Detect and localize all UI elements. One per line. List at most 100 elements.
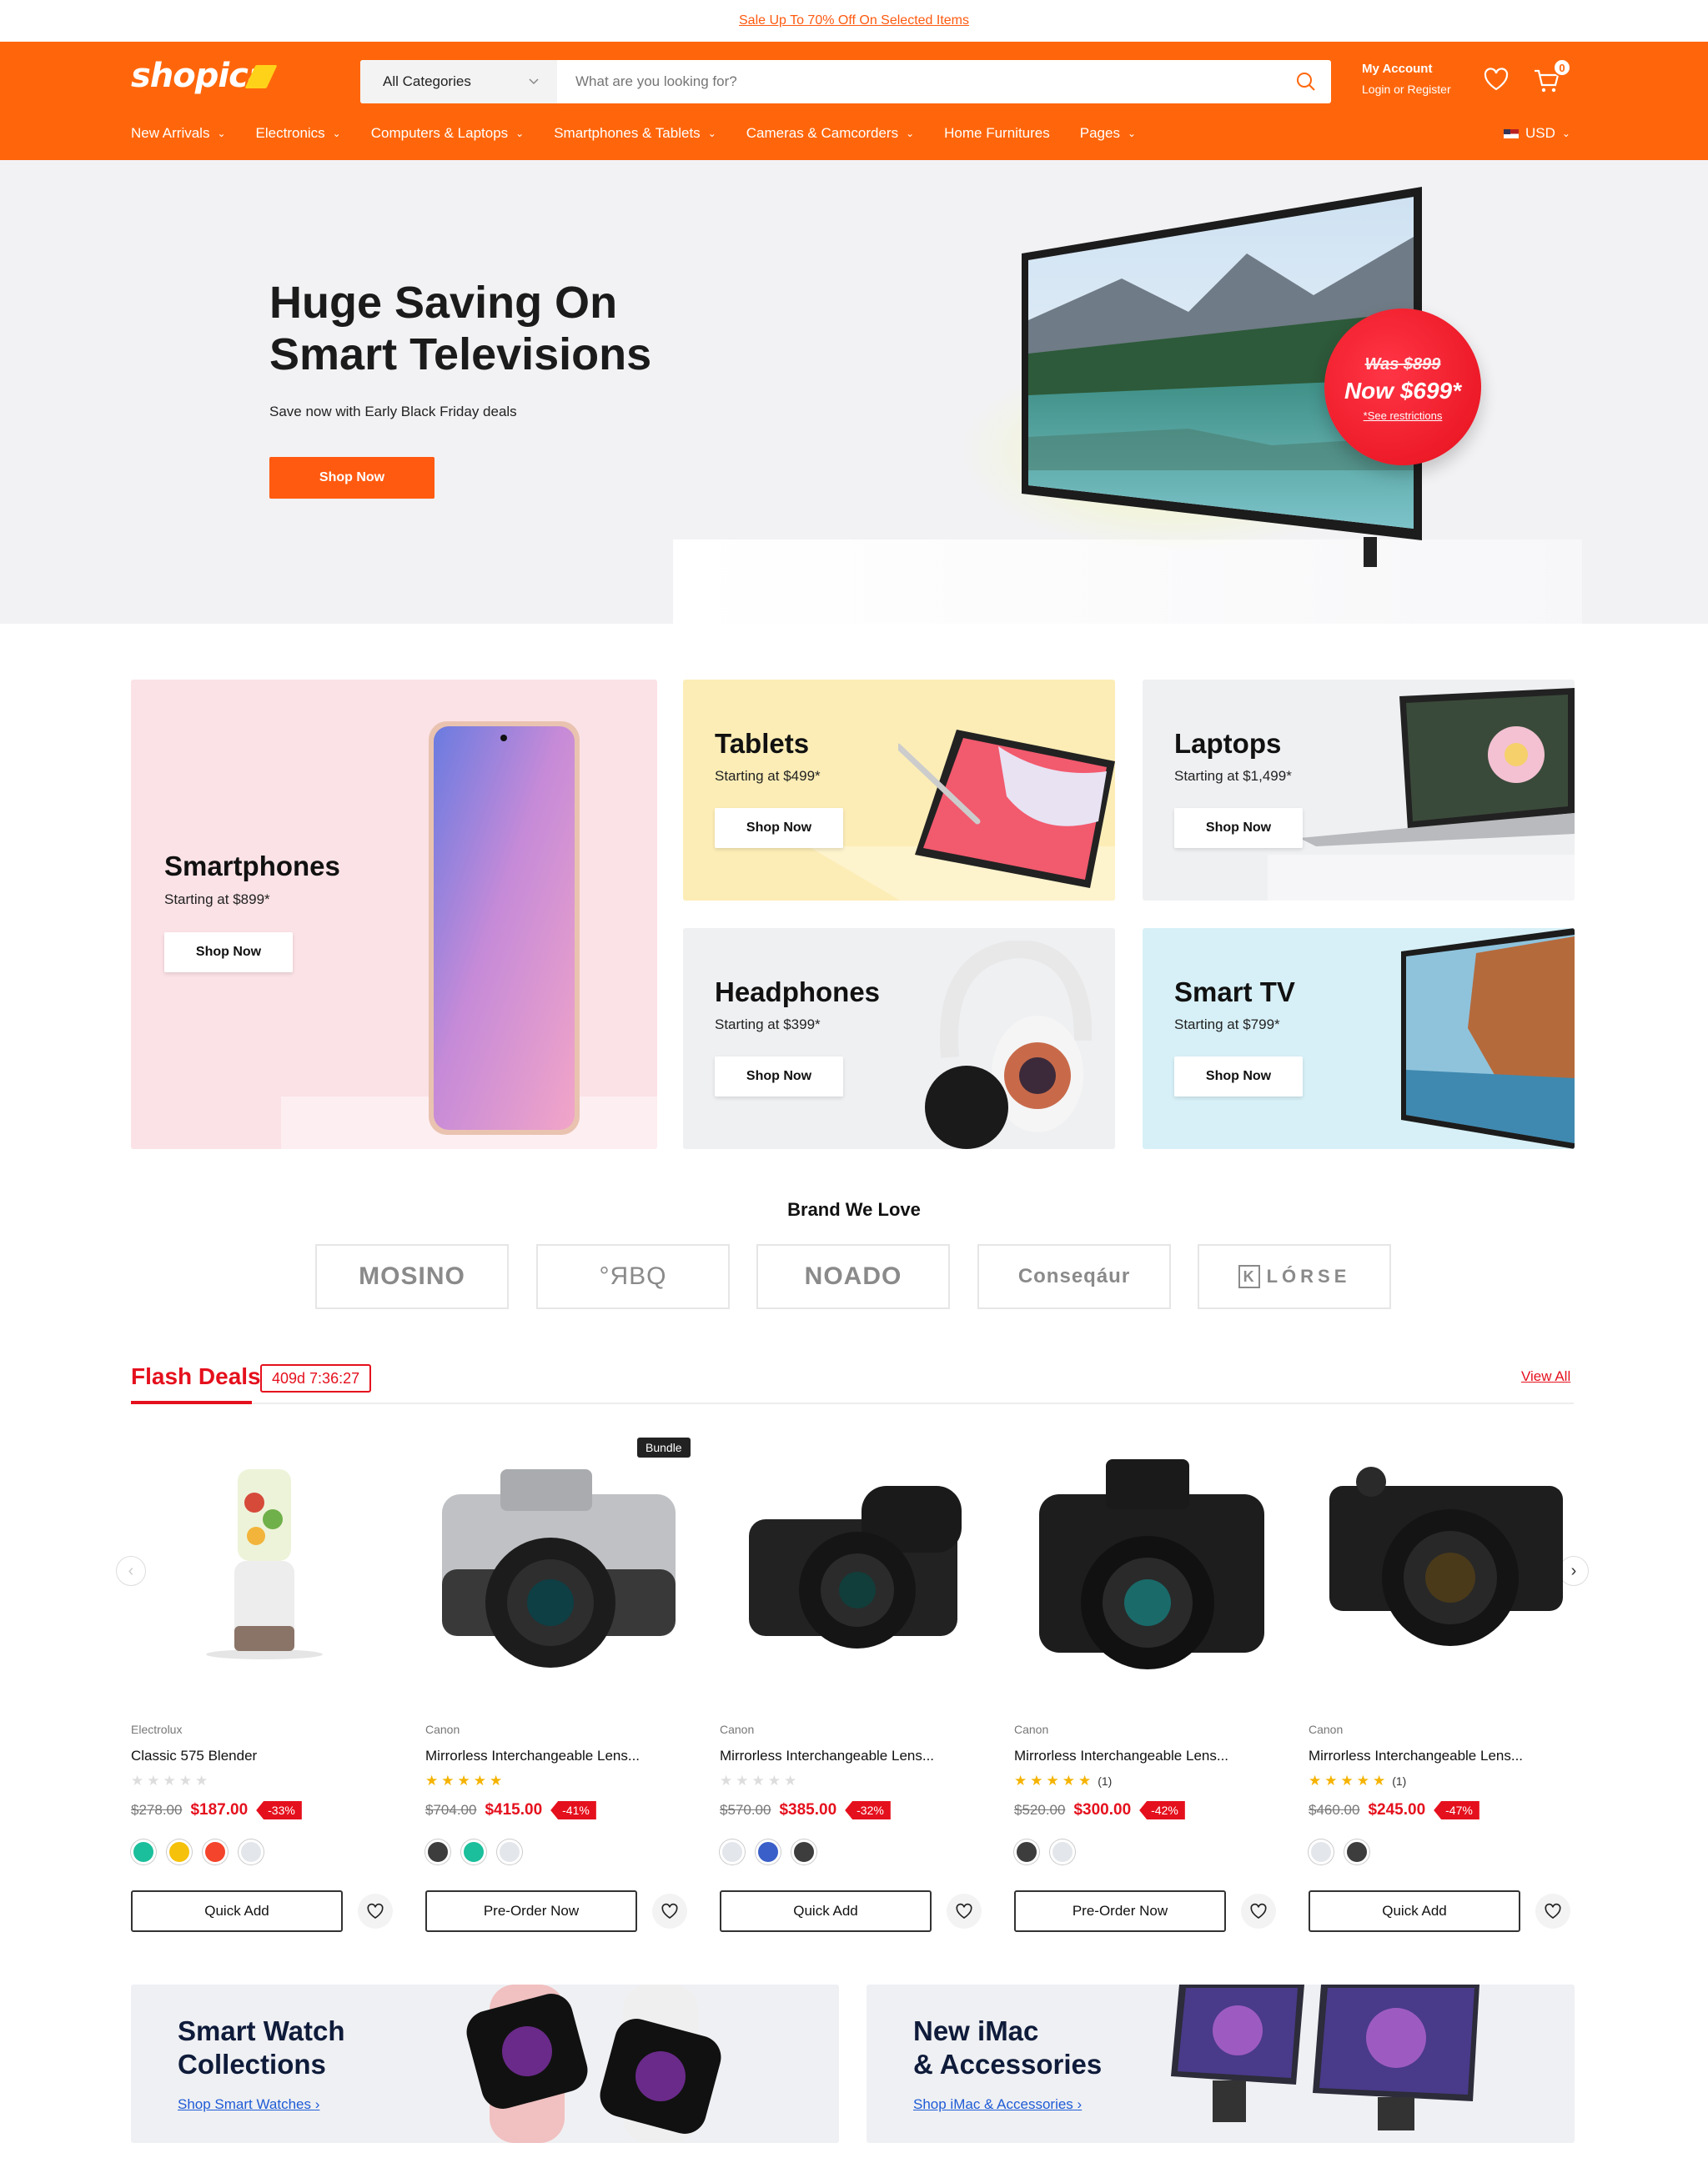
product-prices: $460.00 $245.00 -47% [1309,1801,1479,1819]
shop-now-button[interactable]: Shop Now [164,932,293,972]
chevron-right-icon: › [314,2096,320,2112]
brand-name: NOADO [804,1262,902,1290]
banner-title-line1: Smart Watch [178,2015,345,2046]
nav-item-new-arrivals[interactable]: New Arrivals ⌄ [131,125,226,142]
color-swatch[interactable] [131,1839,156,1864]
color-swatch[interactable] [756,1839,781,1864]
discount-badge: -32% [845,1801,891,1819]
heart-icon [367,1903,384,1919]
shop-now-button[interactable]: Shop Now [715,1056,843,1097]
sticker-now-price: Now $699* [1344,378,1462,404]
quick-add-button[interactable]: Quick Add [131,1890,343,1932]
color-swatch[interactable] [1309,1839,1334,1864]
us-flag-icon [1504,128,1519,138]
color-swatch[interactable] [1014,1839,1039,1864]
hero-subtitle: Save now with Early Black Friday deals [269,404,517,419]
color-swatch[interactable] [425,1839,450,1864]
color-swatches [720,1839,816,1864]
nav-item-electronics[interactable]: Electronics ⌄ [256,125,341,142]
color-swatch[interactable] [461,1839,486,1864]
brand-logo-mosino[interactable]: MOSINO [315,1244,509,1309]
hero-title: Huge Saving On Smart Televisions [269,277,651,380]
brand-logo-lorse[interactable]: K LÓRSE [1198,1244,1391,1309]
banner-imac[interactable]: New iMac & Accessories Shop iMac & Access… [867,1985,1575,2143]
hero-banner: Huge Saving On Smart Televisions Save now… [0,160,1708,624]
product-name[interactable]: Mirrorless Interchangeable Lens... [1014,1748,1228,1764]
product-name[interactable]: Classic 575 Blender [131,1748,257,1764]
color-swatch[interactable] [167,1839,192,1864]
category-tile-laptops[interactable]: Laptops Starting at $1,499* Shop Now [1143,680,1575,901]
heart-icon[interactable] [1483,67,1510,92]
pre-order-button[interactable]: Pre-Order Now [1014,1890,1226,1932]
shop-now-button[interactable]: Shop Now [1174,808,1303,848]
nav-label: New Arrivals [131,125,210,141]
wishlist-button[interactable] [1535,1894,1570,1929]
search-button[interactable] [1281,60,1331,103]
logo[interactable]: shopica [131,57,270,95]
product-name[interactable]: Mirrorless Interchangeable Lens... [425,1748,640,1764]
category-tile-tablets[interactable]: Tablets Starting at $499* Shop Now [683,680,1115,901]
account-menu[interactable]: My Account Login or Register [1362,62,1451,96]
banner-smart-watch[interactable]: Smart Watch Collections Shop Smart Watche… [131,1985,839,2143]
star-icon: ★★★★★ [720,1773,801,1789]
banner-link[interactable]: Shop Smart Watches › [178,2096,319,2113]
nav-item-cameras-camcorders[interactable]: Cameras & Camcorders ⌄ [746,125,914,142]
color-swatch[interactable] [497,1839,522,1864]
category-tile-headphones[interactable]: Headphones Starting at $399* Shop Now [683,928,1115,1149]
wishlist-button[interactable] [947,1894,982,1929]
account-subtitle: Login or Register [1362,83,1451,96]
quick-add-button[interactable]: Quick Add [1309,1890,1520,1932]
promo-link[interactable]: Sale Up To 70% Off On Selected Items [739,13,969,28]
nav-item-computers-laptops[interactable]: Computers & Laptops ⌄ [371,125,524,142]
color-swatch[interactable] [1050,1839,1075,1864]
banner-link[interactable]: Shop iMac & Accessories › [913,2096,1082,2113]
shop-now-button[interactable]: Shop Now [1174,1056,1303,1097]
brands-title: Brand We Love [787,1199,921,1220]
nav-item-home-furnitures[interactable]: Home Furnitures [944,125,1050,142]
hero-shop-now-button[interactable]: Shop Now [269,457,435,499]
product-image-camera[interactable] [425,1436,692,1703]
product-image-blender[interactable] [131,1436,398,1703]
color-swatch[interactable] [203,1839,228,1864]
chevron-down-icon: ⌄ [332,128,341,139]
currency-select[interactable]: USD ⌄ [1504,125,1570,142]
wishlist-button[interactable] [652,1894,687,1929]
view-all-link[interactable]: View All [1521,1368,1570,1385]
wishlist-button[interactable] [1241,1894,1276,1929]
color-swatch[interactable] [239,1839,264,1864]
category-select[interactable]: All Categories [360,60,557,103]
nav-item-pages[interactable]: Pages ⌄ [1080,125,1136,142]
brand-logo-rbq[interactable]: °ЯBQ [536,1244,730,1309]
product-brand: Canon [425,1723,460,1736]
banner-title-line1: New iMac [913,2015,1039,2046]
product-card: Electrolux Classic 575 Blender ★★★★★ $27… [131,1436,398,1936]
product-image-camera[interactable] [1309,1436,1575,1703]
chevron-right-icon: › [1077,2096,1083,2112]
product-image-camera[interactable] [720,1436,987,1703]
banner-title-line2: Collections [178,2049,326,2080]
category-tile-smart-tv[interactable]: Smart TV Starting at $799* Shop Now [1143,928,1575,1149]
product-name[interactable]: Mirrorless Interchangeable Lens... [720,1748,934,1764]
color-swatch[interactable] [1344,1839,1369,1864]
brand-logo-noado[interactable]: NOADO [756,1244,950,1309]
category-tile-smartphones[interactable]: Smartphones Starting at $899* Shop Now [131,680,657,1149]
nav-label: Pages [1079,125,1120,141]
pre-order-button[interactable]: Pre-Order Now [425,1890,637,1932]
color-swatch[interactable] [720,1839,745,1864]
search-input[interactable] [557,60,1281,103]
star-icon: ★★★★★ [425,1773,506,1789]
heart-icon [661,1903,678,1919]
shop-now-button[interactable]: Shop Now [715,808,843,848]
color-swatch[interactable] [791,1839,816,1864]
sticker-restrictions-link[interactable]: *See restrictions [1324,409,1481,422]
nav-item-smartphones-tablets[interactable]: Smartphones & Tablets ⌄ [554,125,716,142]
old-price: $460.00 [1309,1802,1360,1818]
product-image-camera[interactable] [1014,1436,1281,1703]
quick-add-button[interactable]: Quick Add [720,1890,932,1932]
countdown-timer: 409d 7:36:27 [260,1364,372,1393]
product-name[interactable]: Mirrorless Interchangeable Lens... [1309,1748,1523,1764]
tile-price: Starting at $499* [715,768,821,784]
brand-logo-conseqaur[interactable]: Conseqáur [977,1244,1171,1309]
wishlist-button[interactable] [358,1894,393,1929]
old-price: $520.00 [1014,1802,1066,1818]
